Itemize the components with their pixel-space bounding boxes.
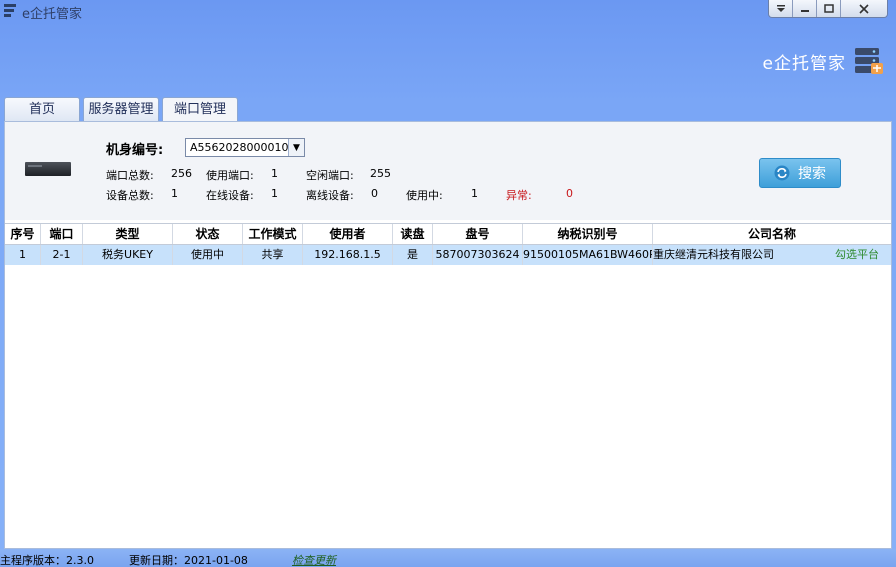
cell-status: 使用中 [173, 245, 243, 265]
tab-port-management[interactable]: 端口管理 [162, 97, 238, 122]
refresh-icon [774, 165, 790, 181]
table-row[interactable]: 1 2-1 税务UKEY 使用中 共享 192.168.1.5 是 587007… [5, 245, 891, 265]
abnormal-value: 0 [566, 187, 573, 200]
minimize-button[interactable] [793, 0, 817, 17]
free-ports-value: 255 [370, 167, 391, 180]
cell-user: 192.168.1.5 [303, 245, 393, 265]
online-devices-label: 在线设备: [206, 189, 254, 202]
cell-mode: 共享 [243, 245, 303, 265]
dropdown-menu-button[interactable] [769, 0, 793, 17]
offline-devices-value: 0 [371, 187, 378, 200]
total-ports-label: 端口总数: [106, 169, 154, 182]
abnormal-label: 异常: [506, 189, 532, 202]
col-header-company[interactable]: 公司名称 [653, 224, 891, 244]
tab-bar: 首页 服务器管理 端口管理 [4, 97, 241, 122]
maximize-button[interactable] [817, 0, 841, 17]
cell-index: 1 [5, 245, 41, 265]
company-name: 重庆继清元科技有限公司 [653, 248, 774, 261]
online-devices-value: 1 [271, 187, 278, 200]
update-date-text: 更新日期：2021-01-08 [129, 554, 248, 567]
server-device-image [25, 162, 71, 176]
app-window: e企托管家 e企托管家 首页 服务器管理 端口管理 机身编号: A5562028… [0, 0, 896, 567]
total-ports-value: 256 [171, 167, 192, 180]
machine-number-value: A55620280000102 [190, 141, 296, 154]
cell-tax-id: 91500105MA61BW460R [523, 245, 653, 265]
used-ports-value: 1 [271, 167, 278, 180]
cell-read: 是 [393, 245, 433, 265]
brand: e企托管家 [763, 46, 884, 76]
used-ports-label: 使用端口: [206, 169, 254, 182]
status-bar: 主程序版本：2.3.0 更新日期：2021-01-08 检查更新 [0, 549, 896, 567]
col-header-disk[interactable]: 盘号 [433, 224, 523, 244]
tab-server-management[interactable]: 服务器管理 [83, 97, 159, 121]
maximize-icon [823, 4, 834, 13]
col-header-status[interactable]: 状态 [173, 224, 243, 244]
col-header-mode[interactable]: 工作模式 [243, 224, 303, 244]
col-header-index[interactable]: 序号 [5, 224, 41, 244]
cell-disk: 587007303624 [433, 245, 523, 265]
select-platform-link[interactable]: 勾选平台 [835, 245, 879, 265]
server-stack-icon [854, 46, 884, 76]
cell-company: 重庆继清元科技有限公司 勾选平台 [653, 245, 891, 265]
col-header-read[interactable]: 读盘 [393, 224, 433, 244]
minimize-icon [800, 9, 809, 12]
close-button[interactable] [841, 0, 887, 17]
free-ports-label: 空闲端口: [306, 169, 354, 182]
col-header-tax-id[interactable]: 纳税识别号 [523, 224, 653, 244]
machine-number-select[interactable]: A55620280000102 ▼ [185, 138, 305, 157]
port-management-panel: 机身编号: A55620280000102 ▼ 端口总数: 256 使用端口: … [4, 121, 892, 549]
machine-info-section: 机身编号: A55620280000102 ▼ 端口总数: 256 使用端口: … [5, 122, 891, 220]
port-table: 序号 端口 类型 状态 工作模式 使用者 读盘 盘号 纳税识别号 公司名称 1 … [5, 223, 891, 265]
cell-port: 2-1 [41, 245, 83, 265]
offline-devices-label: 离线设备: [306, 189, 354, 202]
table-header: 序号 端口 类型 状态 工作模式 使用者 读盘 盘号 纳税识别号 公司名称 [5, 223, 891, 245]
check-update-link[interactable]: 检查更新 [292, 552, 336, 567]
total-devices-value: 1 [171, 187, 178, 200]
window-title: e企托管家 [22, 7, 82, 22]
col-header-type[interactable]: 类型 [83, 224, 173, 244]
chevron-down-icon [776, 4, 785, 12]
in-use-label: 使用中: [406, 189, 443, 202]
cell-type: 税务UKEY [83, 245, 173, 265]
version-text: 主程序版本：2.3.0 [0, 554, 94, 567]
brand-title: e企托管家 [762, 53, 846, 74]
total-devices-label: 设备总数: [106, 189, 154, 202]
window-controls [768, 0, 888, 18]
title-bar: e企托管家 [0, 0, 896, 22]
in-use-value: 1 [471, 187, 478, 200]
tab-home[interactable]: 首页 [4, 97, 80, 121]
machine-number-label: 机身编号: [106, 143, 164, 158]
search-button-label: 搜索 [798, 166, 826, 182]
col-header-user[interactable]: 使用者 [303, 224, 393, 244]
app-menu-icon [4, 4, 16, 18]
col-header-port[interactable]: 端口 [41, 224, 83, 244]
search-button[interactable]: 搜索 [759, 158, 841, 188]
close-icon [859, 3, 869, 14]
dropdown-arrow-icon[interactable]: ▼ [288, 139, 304, 156]
